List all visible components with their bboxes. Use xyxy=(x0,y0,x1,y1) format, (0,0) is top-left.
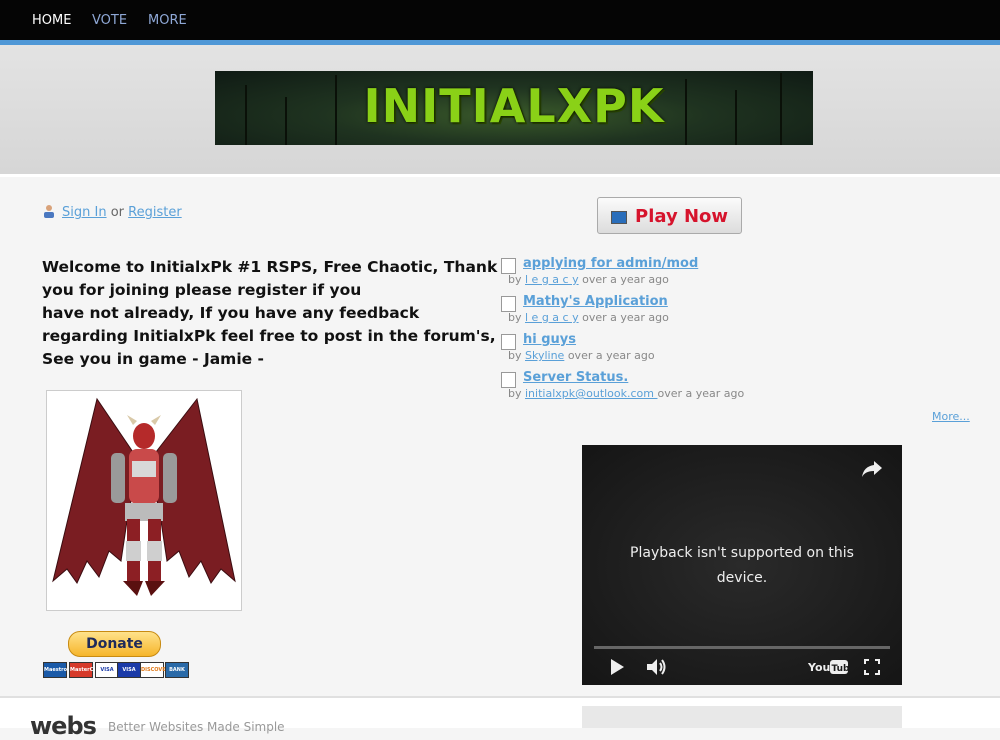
forum-post-meta: by initialxpk@outlook.com over a year ag… xyxy=(508,387,744,400)
forum-post-author[interactable]: l e g a c y xyxy=(525,311,579,324)
document-icon xyxy=(501,258,516,274)
video-player[interactable]: Playback isn't supported on this device.… xyxy=(582,445,902,685)
visa-electron-card-icon: VISA xyxy=(117,662,141,678)
welcome-line: regarding InitialxPk feel free to post i… xyxy=(42,327,496,345)
video-progress-bar[interactable] xyxy=(594,646,890,649)
play-icon[interactable] xyxy=(609,658,625,676)
welcome-line: you for joining please register if you xyxy=(42,281,362,299)
youtube-logo-icon[interactable]: YouTube xyxy=(807,659,856,675)
visa-card-icon: VISA xyxy=(95,662,119,678)
by-text: by xyxy=(508,349,522,362)
auth-or-text: or xyxy=(110,205,125,220)
user-icon xyxy=(42,204,56,218)
forum-more-link[interactable]: More... xyxy=(932,410,970,423)
top-nav: HOME VOTE MORE xyxy=(0,0,1000,40)
footer-panel xyxy=(582,706,902,728)
footer-tagline: Better Websites Made Simple xyxy=(108,720,285,734)
by-text: by xyxy=(508,311,522,324)
bank-card-icon: BANK xyxy=(165,662,189,678)
banner-image: INITIALXPK xyxy=(215,71,813,145)
forum-post-author[interactable]: l e g a c y xyxy=(525,273,579,286)
welcome-line: Welcome to InitialxPk #1 RSPS, Free Chao… xyxy=(42,258,498,276)
discover-card-icon: DISCOVER xyxy=(140,662,170,678)
forum-post-author[interactable]: initialxpk@outlook.com xyxy=(525,387,658,400)
svg-text:You: You xyxy=(808,661,830,674)
document-icon xyxy=(501,296,516,312)
forum-post-title[interactable]: applying for admin/mod xyxy=(523,256,698,271)
fullscreen-icon[interactable] xyxy=(864,659,880,675)
forum-post-meta: by l e g a c y over a year ago xyxy=(508,273,669,286)
forum-post-time: over a year ago xyxy=(582,311,669,324)
character-image xyxy=(46,390,242,611)
banner-divider xyxy=(0,174,1000,177)
forum-post-meta: by Skyline over a year ago xyxy=(508,349,655,362)
forum-post-time: over a year ago xyxy=(657,387,745,400)
webs-logo[interactable]: webs xyxy=(30,712,97,740)
forum-post-title[interactable]: Server Status. xyxy=(523,370,628,385)
donate-button[interactable]: Donate xyxy=(68,631,161,657)
by-text: by xyxy=(508,273,522,286)
forum-post-title[interactable]: hi guys xyxy=(523,332,576,347)
document-icon xyxy=(501,334,516,350)
forum-post-author[interactable]: Skyline xyxy=(525,349,564,362)
computer-icon xyxy=(611,211,627,224)
forum-post-meta: by l e g a c y over a year ago xyxy=(508,311,669,324)
welcome-message: Welcome to InitialxPk #1 RSPS, Free Chao… xyxy=(42,256,498,371)
welcome-line: See you in game - Jamie - xyxy=(42,350,264,368)
register-link[interactable]: Register xyxy=(128,205,182,220)
document-icon xyxy=(501,372,516,388)
welcome-line: have not already, If you have any feedba… xyxy=(42,304,420,322)
by-text: by xyxy=(508,387,522,400)
forum-post-time: over a year ago xyxy=(582,273,669,286)
share-icon[interactable] xyxy=(860,459,884,479)
play-now-button[interactable]: Play Now xyxy=(597,197,742,234)
volume-icon[interactable] xyxy=(646,658,668,676)
svg-text:Tube: Tube xyxy=(832,664,849,674)
nav-item-home[interactable]: HOME xyxy=(32,13,71,28)
playback-unsupported-message: Playback isn't supported on this device. xyxy=(630,545,854,586)
nav-item-vote[interactable]: VOTE xyxy=(92,13,127,28)
banner-title: INITIALXPK xyxy=(363,79,665,133)
forum-post-time: over a year ago xyxy=(567,349,655,362)
play-now-label: Play Now xyxy=(635,206,729,227)
nav-item-more[interactable]: MORE xyxy=(148,13,187,28)
forum-post-title[interactable]: Mathy's Application xyxy=(523,294,668,309)
header-banner-area: INITIALXPK xyxy=(0,45,1000,174)
auth-links: Sign In or Register xyxy=(42,204,182,220)
maestro-card-icon: Maestro xyxy=(43,662,67,678)
mastercard-card-icon: MasterCard xyxy=(69,662,103,678)
sign-in-link[interactable]: Sign In xyxy=(62,205,107,220)
